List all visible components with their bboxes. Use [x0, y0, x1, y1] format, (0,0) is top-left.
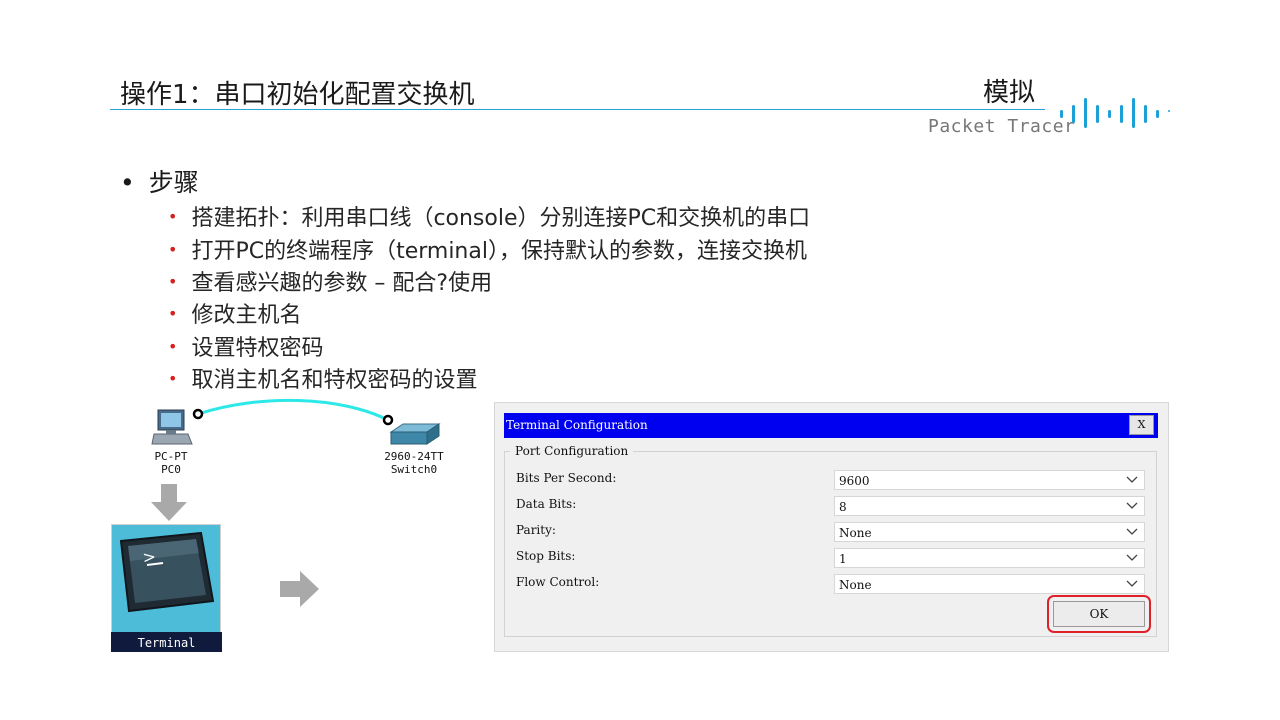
parity-select[interactable]: None — [834, 522, 1145, 542]
steps-heading: • 步骤 — [120, 163, 199, 199]
data-bits-value: 8 — [839, 500, 847, 514]
switch-model-label: 2960-24TT — [384, 450, 444, 463]
bullet-dot: • — [168, 240, 178, 259]
switch-name-label: Switch0 — [390, 463, 438, 476]
pc-model-label: PC-PT — [154, 450, 188, 463]
data-bits-label: Data Bits: — [516, 497, 577, 511]
chevron-down-icon — [1126, 476, 1138, 483]
title-underline — [110, 109, 1045, 110]
terminal-app-label: Terminal — [111, 632, 222, 652]
port-configuration-legend: Port Configuration — [510, 444, 634, 458]
parity-label: Parity: — [516, 523, 556, 537]
chevron-down-icon — [1126, 554, 1138, 561]
step-text: 取消主机名和特权密码的设置 — [191, 368, 478, 393]
chevron-down-icon — [1126, 502, 1138, 509]
stop-bits-select[interactable]: 1 — [834, 548, 1145, 568]
bullet-dot: • — [168, 337, 178, 356]
cisco-logo-icon — [1060, 98, 1170, 128]
flow-control-select[interactable]: None — [834, 574, 1145, 594]
step-item: • 查看感兴趣的参数 – 配合?使用 — [168, 265, 492, 297]
dialog-title: Terminal Configuration — [506, 418, 648, 432]
right-arrow-icon — [280, 571, 319, 607]
pc-icon[interactable] — [150, 408, 194, 448]
step-text: 设置特权密码 — [191, 336, 324, 361]
pc-name-label: PC0 — [161, 463, 181, 476]
step-text: 查看感兴趣的参数 – 配合?使用 — [191, 271, 493, 296]
step-item: • 打开PC的终端程序（terminal），保持默认的参数，连接交换机 — [168, 233, 807, 265]
network-topology: PC-PT PC0 2960-24TT Switch0 — [110, 398, 470, 486]
ok-button[interactable]: OK — [1053, 601, 1145, 627]
stop-bits-label: Stop Bits: — [516, 549, 576, 563]
steps-heading-text: 步骤 — [148, 168, 199, 197]
flow-control-value: None — [839, 578, 872, 592]
step-text: 搭建拓扑：利用串口线（console）分别连接PC和交换机的串口 — [191, 206, 811, 231]
bullet-dot: • — [168, 304, 178, 323]
brand-label: Packet Tracer — [928, 116, 1076, 137]
bullet-dot: • — [168, 369, 178, 388]
data-bits-select[interactable]: 8 — [834, 496, 1145, 516]
bits-per-second-value: 9600 — [839, 474, 870, 488]
step-item: • 设置特权密码 — [168, 330, 323, 362]
parity-value: None — [839, 526, 872, 540]
switch-icon[interactable] — [387, 420, 441, 450]
bits-per-second-label: Bits Per Second: — [516, 471, 617, 485]
step-item: • 搭建拓扑：利用串口线（console）分别连接PC和交换机的串口 — [168, 200, 810, 232]
chevron-down-icon — [1126, 528, 1138, 535]
stop-bits-value: 1 — [839, 552, 847, 566]
bullet-dot: • — [168, 207, 178, 226]
slide-title: 操作1：串口初始化配置交换机 — [120, 80, 475, 110]
step-item: • 取消主机名和特权密码的设置 — [168, 362, 477, 394]
step-text: 修改主机名 — [191, 303, 302, 328]
terminal-monitor-icon: > — [119, 531, 215, 613]
bullet-dot: • — [168, 272, 178, 291]
step-text: 打开PC的终端程序（terminal），保持默认的参数，连接交换机 — [191, 239, 807, 264]
flow-control-label: Flow Control: — [516, 575, 600, 589]
corner-label: 模拟 — [983, 78, 1036, 108]
bits-per-second-select[interactable]: 9600 — [834, 470, 1145, 490]
bullet-dot: • — [120, 168, 135, 197]
chevron-down-icon — [1126, 580, 1138, 587]
down-arrow-icon — [151, 484, 187, 521]
dialog-close-button[interactable]: X — [1129, 415, 1154, 435]
step-item: • 修改主机名 — [168, 297, 301, 329]
